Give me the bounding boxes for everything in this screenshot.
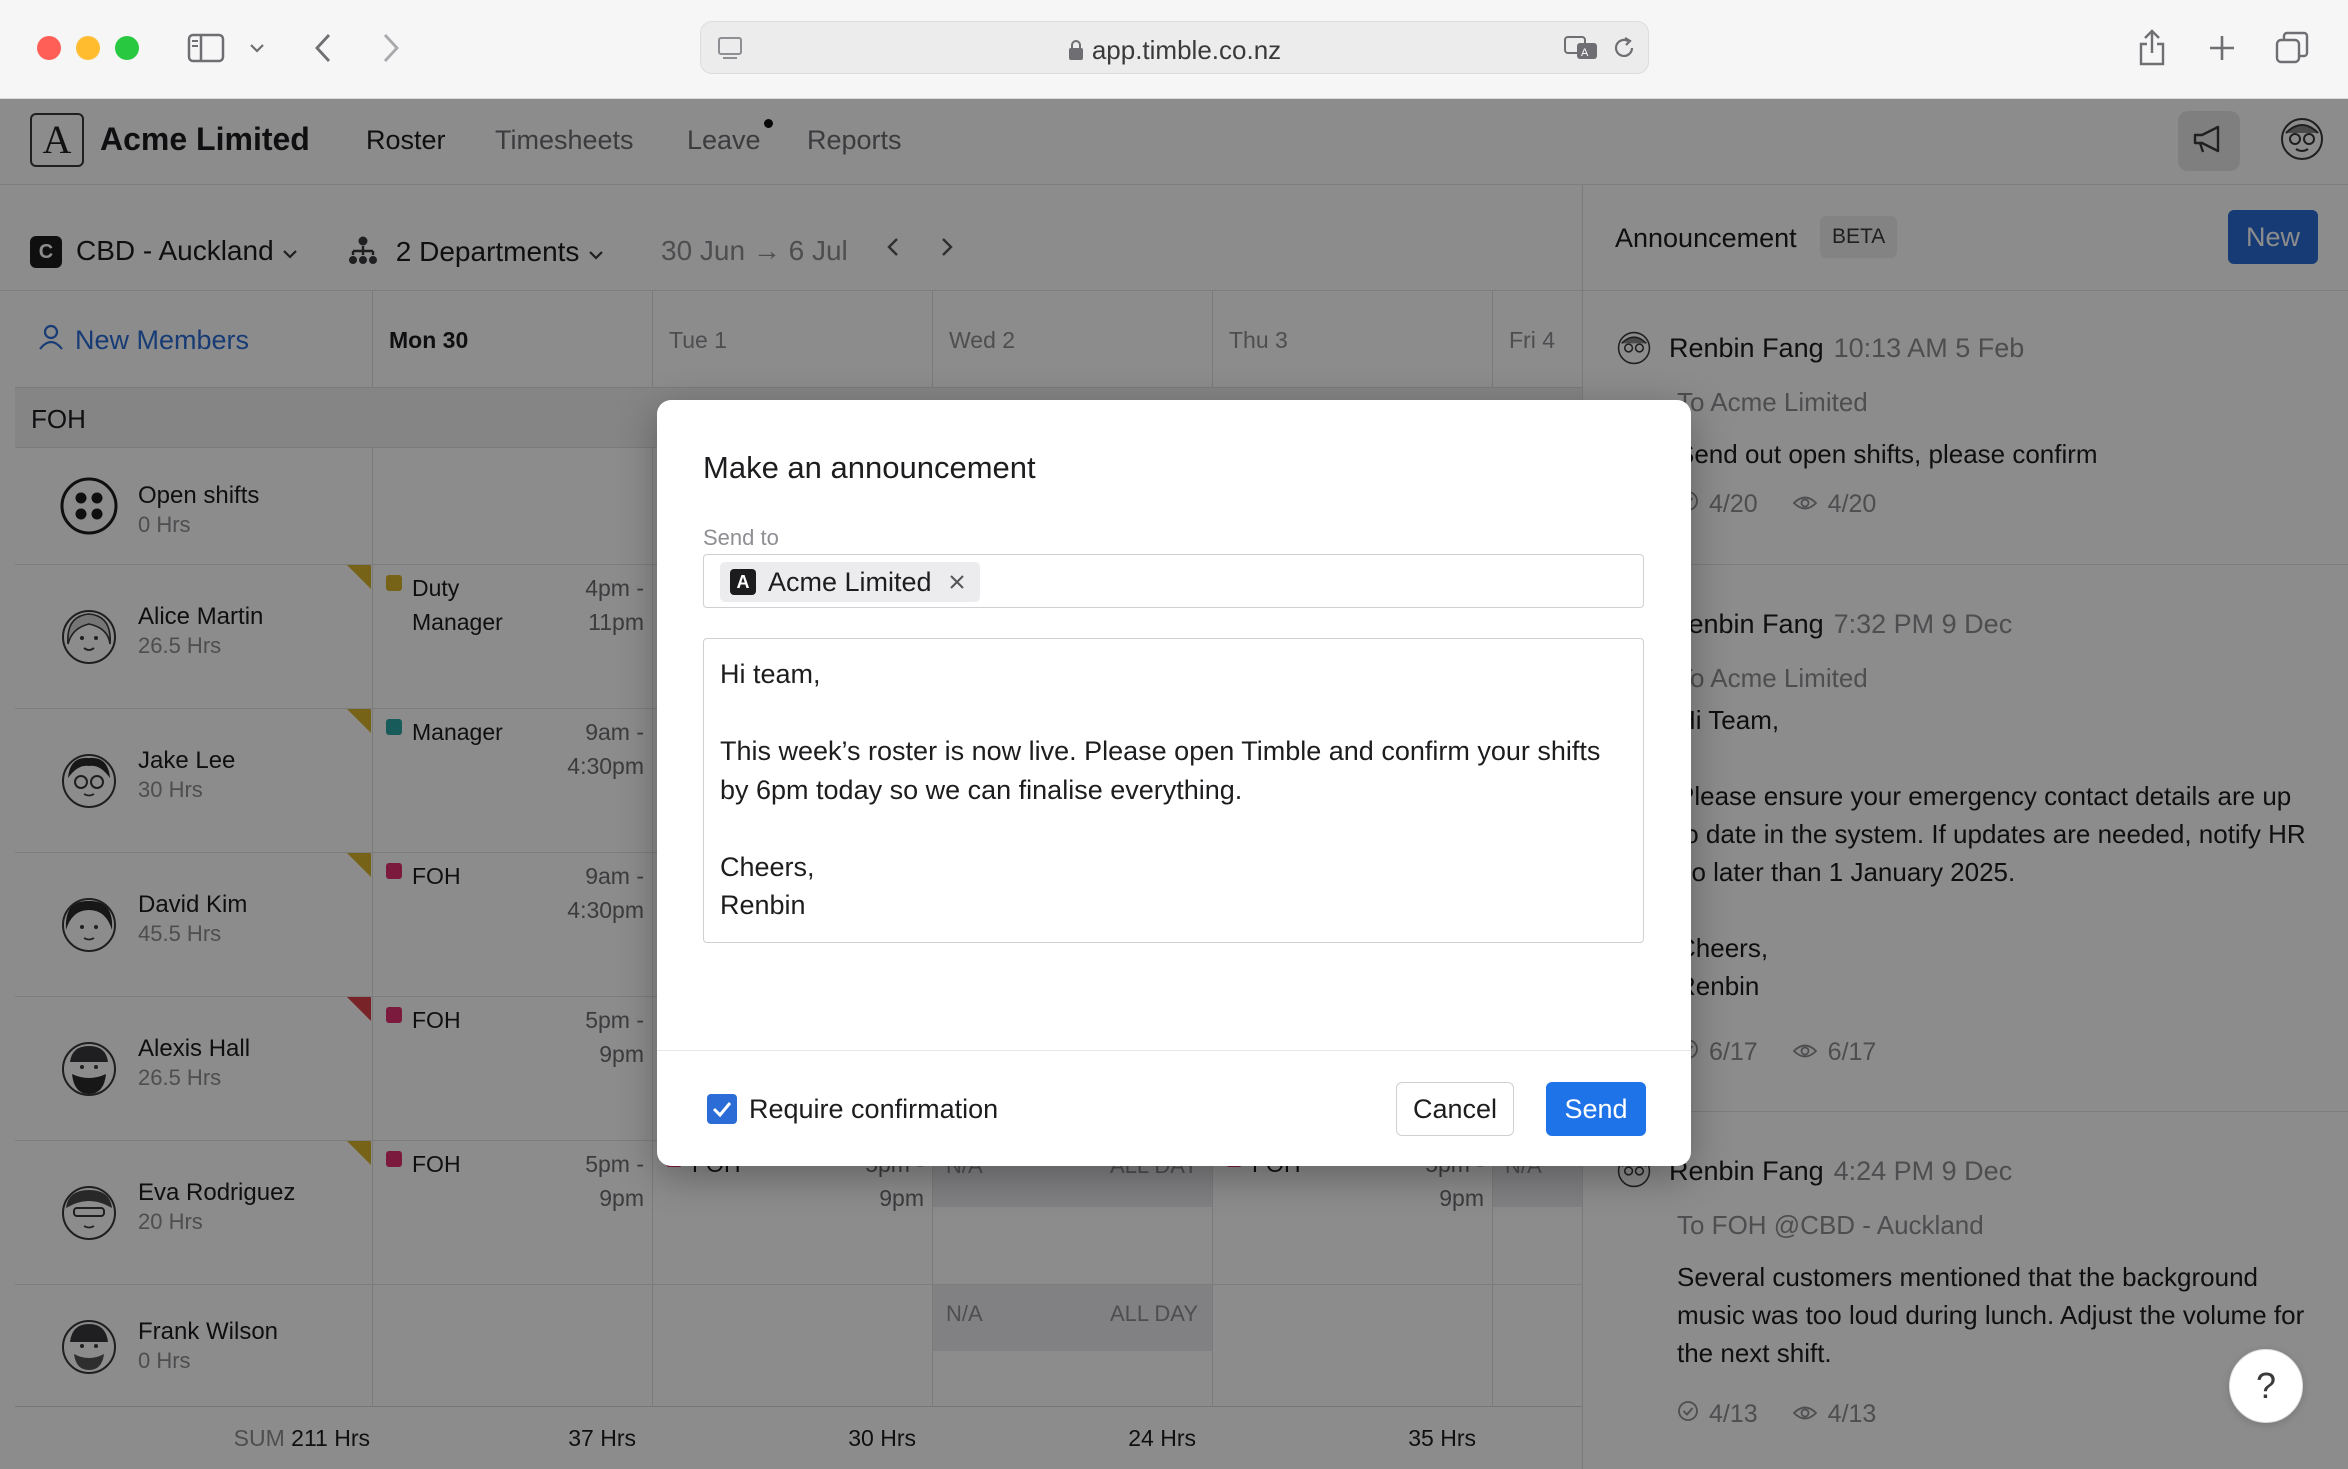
recipient-label: Acme Limited [768,566,932,597]
cancel-button[interactable]: Cancel [1396,1082,1514,1136]
tab-overview-icon[interactable] [2272,26,2312,70]
dialog-divider [657,1050,1691,1051]
message-textarea[interactable]: Hi team, This week’s roster is now live.… [703,638,1644,943]
forward-icon[interactable] [374,26,408,70]
lock-icon [1068,37,1084,68]
translate-icon[interactable]: A [1563,34,1599,67]
reload-icon[interactable] [1611,35,1637,66]
recipients-field[interactable]: A Acme Limited [703,554,1644,608]
minimize-window-button[interactable] [76,36,100,60]
url-text: app.timble.co.nz [1091,35,1282,65]
send-to-label: Send to [703,525,779,550]
close-window-button[interactable] [37,36,61,60]
announcement-dialog: Make an announcement Send to A Acme Limi… [657,400,1691,1166]
require-confirmation-label[interactable]: Require confirmation [749,1094,998,1125]
recipient-badge: A [730,569,756,595]
browser-toolbar: app.timble.co.nz A [0,0,2348,99]
require-confirmation-checkbox[interactable] [707,1094,737,1124]
back-icon[interactable] [306,26,340,70]
chevron-down-icon[interactable] [244,26,270,70]
svg-text:A: A [1581,47,1589,59]
recipient-chip[interactable]: A Acme Limited [720,562,980,602]
dialog-title: Make an announcement [703,450,1036,485]
remove-recipient-icon[interactable] [948,567,966,598]
new-tab-icon[interactable] [2202,26,2242,70]
send-button[interactable]: Send [1546,1082,1646,1136]
share-icon[interactable] [2132,26,2172,70]
zoom-window-button[interactable] [115,36,139,60]
address-bar[interactable]: app.timble.co.nz A [700,21,1649,74]
help-button[interactable]: ? [2229,1349,2303,1423]
sidebar-toggle-icon[interactable] [184,26,228,70]
